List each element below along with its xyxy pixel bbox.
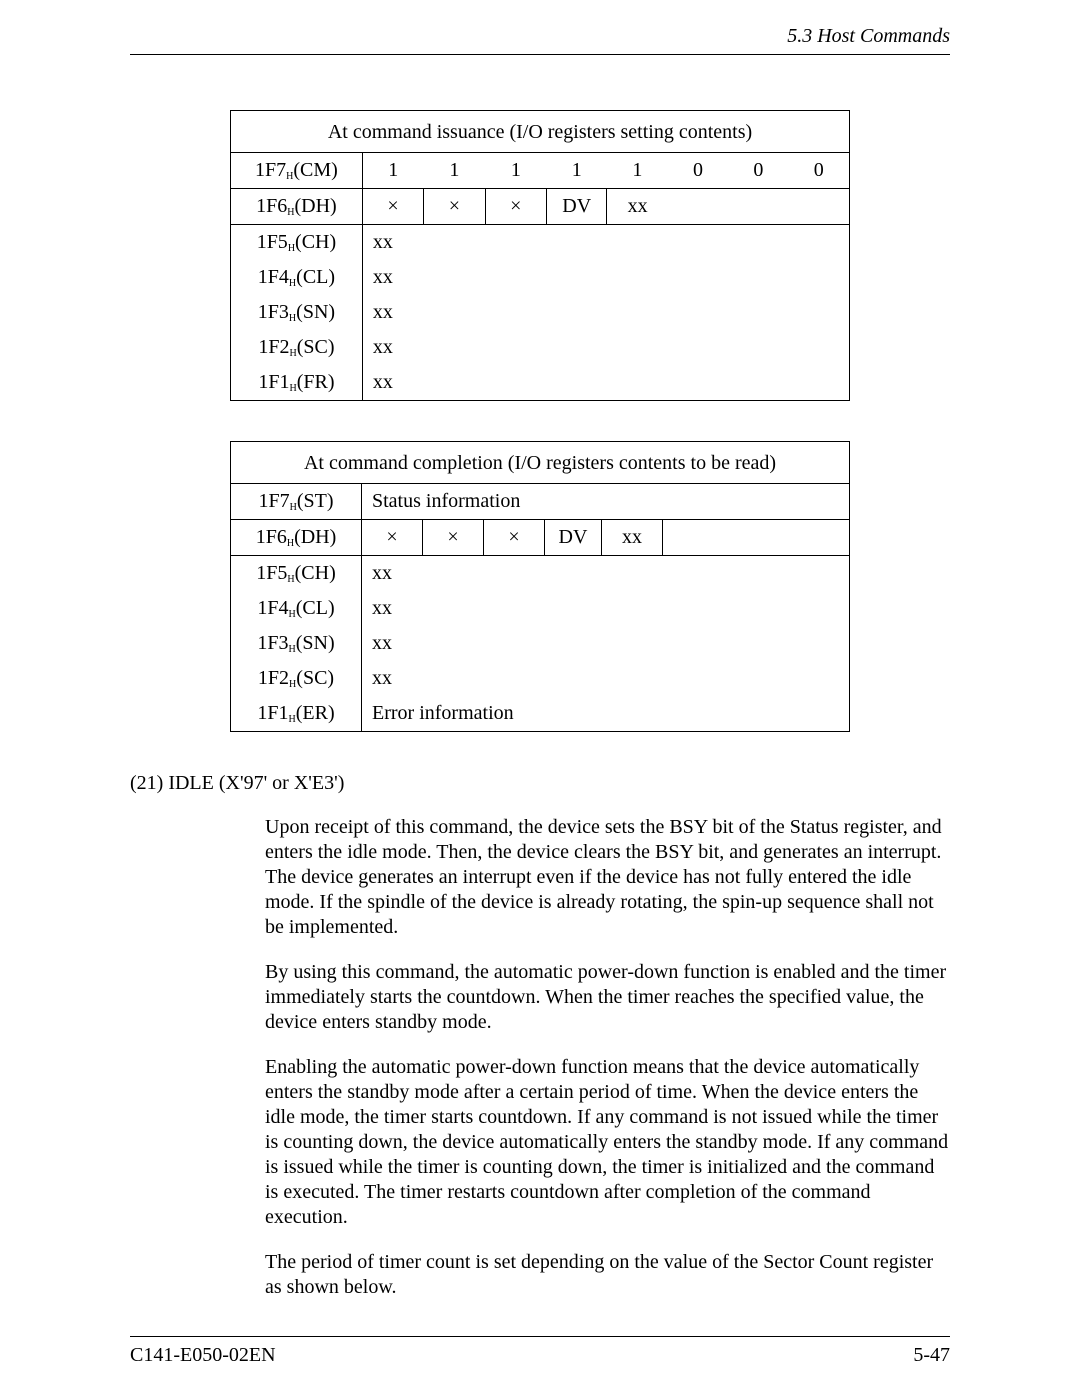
cell: × (485, 189, 546, 225)
bit: 0 (728, 153, 788, 189)
page-footer: C141-E050-02EN 5-47 (130, 1344, 950, 1367)
reg-label: 1F5H(CH) (231, 225, 363, 261)
cell: × (424, 189, 485, 225)
completion-row-er: 1F1H(ER) Error information (231, 696, 850, 732)
reg-label: 1F2H(SC) (231, 330, 363, 365)
reg-label: 1F3H(SN) (231, 295, 363, 330)
issuance-row-cm: 1F7H(CM) 1 1 1 1 1 0 0 0 (231, 153, 850, 189)
issuance-row-cl: 1F4H(CL) xx (231, 260, 850, 295)
cell: × (423, 520, 484, 556)
paragraph: By using this command, the automatic pow… (265, 960, 950, 1035)
reg-label: 1F2H(SC) (231, 661, 362, 696)
cell: xx (602, 520, 663, 556)
completion-row-cl: 1F4H(CL) xx (231, 591, 850, 626)
reg-label: 1F7H(ST) (231, 484, 362, 520)
issuance-row-fr: 1F1H(FR) xx (231, 365, 850, 401)
cell: xx (362, 365, 849, 401)
reg-label: 1F1H(ER) (231, 696, 362, 732)
issuance-row-sc: 1F2H(SC) xx (231, 330, 850, 365)
reg-label: 1F7H(CM) (231, 153, 363, 189)
cell: xx (362, 556, 850, 592)
cell: xx (362, 260, 849, 295)
cell: DV (547, 189, 607, 225)
doc-id: C141-E050-02EN (130, 1344, 276, 1367)
issuance-row-ch: 1F5H(CH) xx (231, 225, 850, 261)
completion-row-dh: 1F6H(DH) × × × DV xx (231, 520, 850, 556)
page-header: 5.3 Host Commands (130, 25, 950, 55)
cell: xx (362, 295, 849, 330)
reg-label: 1F4H(CL) (231, 591, 362, 626)
reg-label: 1F4H(CL) (231, 260, 363, 295)
cell: xx (607, 189, 668, 225)
completion-table: At command completion (I/O registers con… (230, 441, 850, 732)
reg-label: 1F5H(CH) (231, 556, 362, 592)
cell: Error information (362, 696, 850, 732)
issuance-row-sn: 1F3H(SN) xx (231, 295, 850, 330)
cell: xx (362, 225, 849, 261)
paragraph: Enabling the automatic power-down functi… (265, 1055, 950, 1230)
cell: × (362, 189, 423, 225)
reg-label: 1F3H(SN) (231, 626, 362, 661)
completion-row-sn: 1F3H(SN) xx (231, 626, 850, 661)
footer-rule (130, 1336, 950, 1337)
reg-label: 1F1H(FR) (231, 365, 363, 401)
paragraph: The period of timer count is set dependi… (265, 1250, 950, 1300)
cell: xx (362, 591, 850, 626)
completion-row-ch: 1F5H(CH) xx (231, 556, 850, 592)
bit: 0 (789, 153, 850, 189)
issuance-row-dh: 1F6H(DH) × × × DV xx (231, 189, 850, 225)
issuance-table: At command issuance (I/O registers setti… (230, 110, 850, 401)
completion-title: At command completion (I/O registers con… (231, 442, 850, 484)
cell: DV (545, 520, 602, 556)
cell: xx (362, 661, 850, 696)
issuance-title: At command issuance (I/O registers setti… (231, 111, 850, 153)
cell: xx (362, 330, 849, 365)
bit: 1 (362, 153, 423, 189)
cell: × (362, 520, 423, 556)
bit: 1 (607, 153, 668, 189)
reg-label: 1F6H(DH) (231, 189, 363, 225)
completion-row-st: 1F7H(ST) Status information (231, 484, 850, 520)
cell: Status information (362, 484, 850, 520)
cell: xx (362, 626, 850, 661)
bit: 1 (424, 153, 485, 189)
reg-label: 1F6H(DH) (231, 520, 362, 556)
paragraph: Upon receipt of this command, the device… (265, 815, 950, 940)
page-number: 5-47 (913, 1344, 950, 1367)
bit: 0 (668, 153, 728, 189)
section-heading: (21) IDLE (X'97' or X'E3') (130, 772, 950, 795)
bit: 1 (547, 153, 607, 189)
cell: × (484, 520, 545, 556)
completion-row-sc: 1F2H(SC) xx (231, 661, 850, 696)
bit: 1 (485, 153, 546, 189)
